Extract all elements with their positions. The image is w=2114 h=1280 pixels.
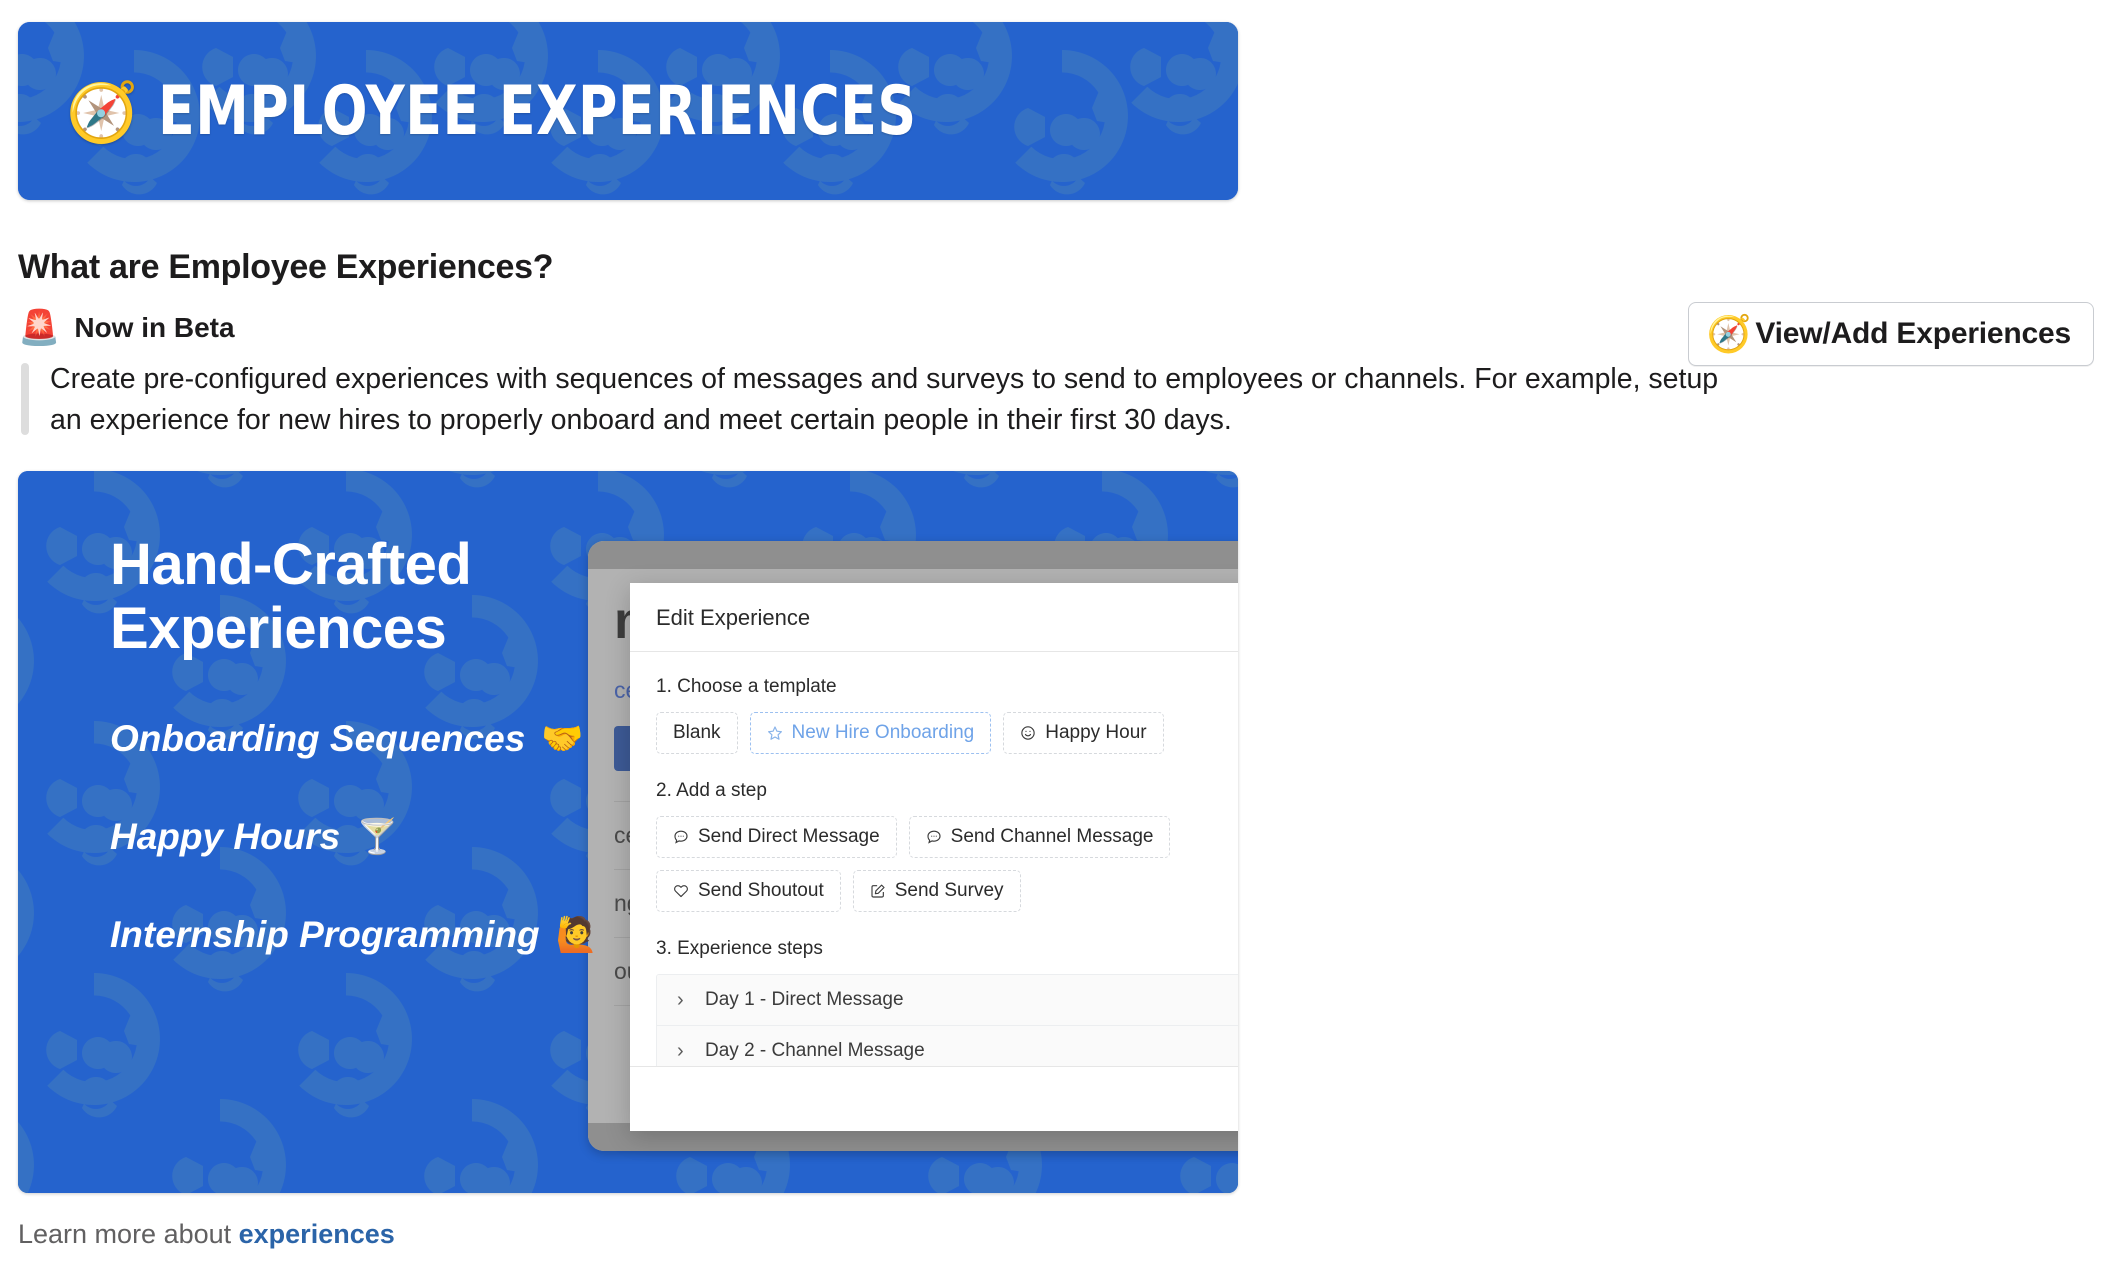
modal-body: 1. Choose a template Blank New Hire Onbo…	[630, 652, 1238, 1128]
promo-headline: Hand-Crafted Experiences	[110, 531, 630, 663]
page-title: What are Employee Experiences?	[18, 248, 554, 286]
list-item: Onboarding Sequences 🤝	[110, 718, 630, 760]
cocktail-glass-emoji: 🍸	[356, 818, 399, 857]
rotating-light-emoji: 🚨	[18, 309, 61, 347]
template-chip-blank-label: Blank	[673, 721, 721, 743]
promo-headline-line2: Experiences	[110, 596, 447, 662]
promo-item-label: Happy Hours	[110, 816, 341, 858]
view-add-experiences-button[interactable]: 🧭 View/Add Experiences	[1687, 302, 2094, 366]
modal-title: Edit Experience	[656, 604, 811, 630]
handshake-emoji: 🤝	[541, 720, 584, 759]
description-text: Create pre-configured experiences with s…	[50, 363, 1719, 436]
learn-more-prefix: Learn more about	[18, 1218, 239, 1249]
star-icon	[767, 725, 783, 741]
list-item: Internship Programming 🙋	[110, 914, 630, 956]
smiley-icon	[1020, 725, 1036, 741]
message-icon	[926, 829, 942, 845]
compass-emoji: 🧭	[66, 80, 139, 145]
hero-content: 🧭 EMPLOYEE EXPERIENCES	[18, 22, 1238, 200]
experience-steps-label: 3. Experience steps	[656, 937, 823, 959]
promo-feature-list: Onboarding Sequences 🤝 Happy Hours 🍸 Int…	[110, 718, 630, 956]
message-icon	[673, 829, 689, 845]
promo-copy: Hand-Crafted Experiences Onboarding Sequ…	[110, 531, 630, 1013]
list-item: Happy Hours 🍸	[110, 816, 630, 858]
description-blockquote: Create pre-configured experiences with s…	[18, 359, 1740, 441]
template-chip-happy-hour-label: Happy Hour	[1045, 721, 1147, 743]
add-step-chip-send-channel-message[interactable]: Send Channel Message	[908, 815, 1171, 858]
template-chip-blank[interactable]: Blank	[656, 711, 738, 754]
template-chip-row: Blank New Hire Onboarding Happy Hour	[656, 711, 1238, 754]
learn-more-row: Learn more about experiences	[18, 1219, 2114, 1250]
app-window-titlebar	[588, 540, 1238, 569]
experience-step-label: Day 2 - Channel Message	[705, 1039, 925, 1061]
modal-header: Edit Experience	[630, 583, 1238, 652]
experiences-link[interactable]: experiences	[239, 1219, 395, 1249]
edit-experience-modal: Edit Experience 1. Choose a template Bla…	[630, 582, 1238, 1131]
add-step-chip-send-shoutout[interactable]: Send Shoutout	[656, 869, 841, 912]
modal-footer	[630, 1065, 1238, 1131]
add-step-chip-send-survey-label: Send Survey	[894, 879, 1004, 901]
add-step-chip-send-direct-message[interactable]: Send Direct Message	[656, 815, 897, 858]
template-chip-new-hire-onboarding[interactable]: New Hire Onboarding	[749, 711, 992, 754]
table-row[interactable]: › Day 1 - Direct Message	[657, 974, 1238, 1026]
promo-item-label: Internship Programming	[110, 914, 540, 956]
chevron-right-icon: ›	[677, 988, 684, 1011]
promo-card: Hand-Crafted Experiences Onboarding Sequ…	[18, 470, 1238, 1193]
view-add-experiences-label: View/Add Experiences	[1755, 317, 2071, 350]
raising-hand-emoji: 🙋	[555, 916, 598, 955]
page-root: 🧭 EMPLOYEE EXPERIENCES What are Employee…	[0, 0, 2114, 1280]
template-chip-new-hire-onboarding-label: New Hire Onboarding	[791, 721, 975, 743]
promo-item-label: Onboarding Sequences	[110, 718, 526, 760]
compass-icon: 🧭	[1706, 313, 1752, 354]
add-step-chip-send-channel-message-label: Send Channel Message	[950, 825, 1154, 847]
beta-label: Now in Beta	[74, 312, 235, 343]
add-step-chip-send-shoutout-label: Send Shoutout	[698, 879, 824, 901]
add-step-chip-send-direct-message-label: Send Direct Message	[698, 825, 880, 847]
add-step-chip-send-survey[interactable]: Send Survey	[852, 869, 1021, 912]
choose-template-label: 1. Choose a template	[656, 675, 837, 697]
promo-headline-line1: Hand-Crafted	[110, 531, 472, 597]
heart-icon	[673, 883, 689, 899]
add-step-label: 2. Add a step	[656, 779, 767, 801]
chevron-right-icon: ›	[677, 1039, 684, 1062]
hero-title: EMPLOYEE EXPERIENCES	[158, 71, 917, 151]
add-step-chip-row: Send Direct Message Send Channel Message	[656, 815, 1238, 912]
template-chip-happy-hour[interactable]: Happy Hour	[1003, 711, 1164, 754]
edit-icon	[870, 883, 886, 899]
hero-banner: 🧭 EMPLOYEE EXPERIENCES	[18, 22, 1238, 200]
experience-step-label: Day 1 - Direct Message	[705, 988, 904, 1010]
